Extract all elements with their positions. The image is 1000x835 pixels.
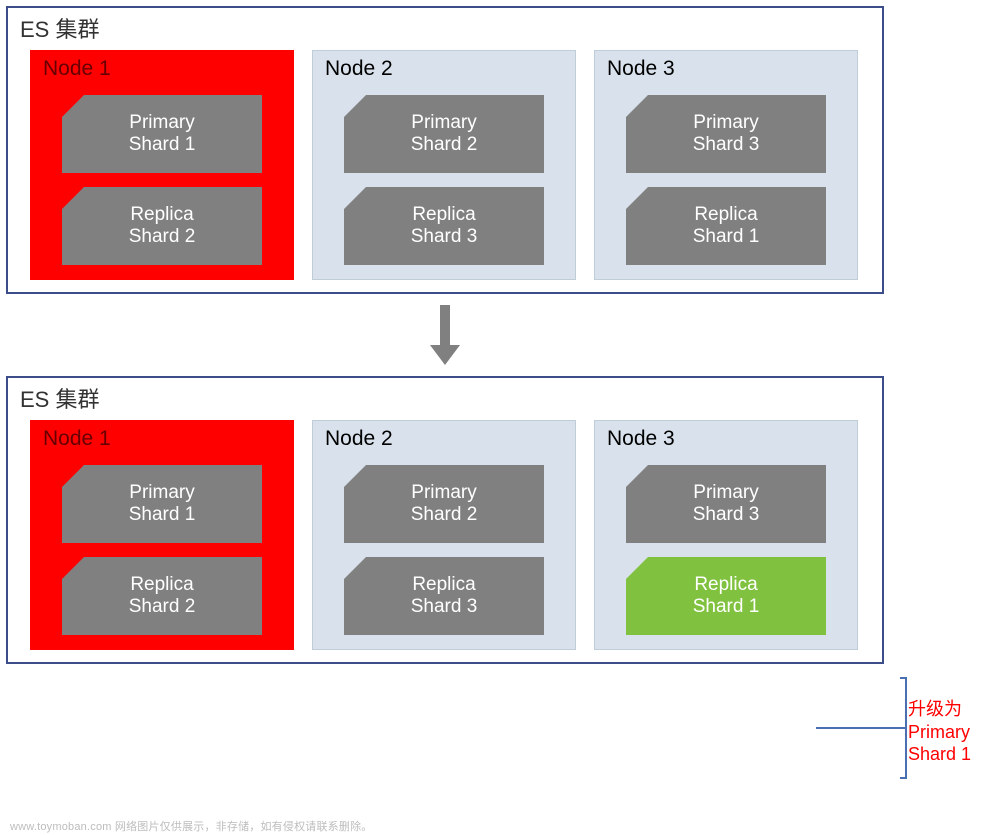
shard-line1: Primary [411,112,476,134]
shard-line2: Shard 3 [411,226,478,248]
node-2: Node 2 Primary Shard 2 Replica Shard 3 [312,50,576,280]
shard-line2: Shard 2 [411,504,478,526]
shard-line2: Shard 2 [129,596,196,618]
node-label: Node 2 [325,57,563,81]
shard-line1: Replica [412,574,475,596]
replica-shard-2: Replica Shard 2 [62,187,262,265]
node-label: Node 1 [43,57,281,81]
cluster-after: ES 集群 Node 1 Primary Shard 1 Replica Sha… [6,376,884,664]
node-label: Node 2 [325,427,563,451]
shard-line2: Shard 1 [129,134,196,156]
shard-line2: Shard 1 [693,596,760,618]
shard-line1: Primary [129,482,194,504]
primary-shard-2: Primary Shard 2 [344,95,544,173]
shard-line2: Shard 2 [129,226,196,248]
shard-line1: Replica [130,204,193,226]
primary-shard-3: Primary Shard 3 [626,95,826,173]
shard-line2: Shard 3 [693,504,760,526]
shard-line2: Shard 3 [693,134,760,156]
cluster-title: ES 集群 [18,382,872,414]
shard-line1: Primary [411,482,476,504]
callout-bracket-icon [816,672,996,792]
arrow-down-icon [428,303,462,367]
shard-line2: Shard 1 [129,504,196,526]
replica-shard-3: Replica Shard 3 [344,557,544,635]
shard-line1: Primary [693,112,758,134]
node-2: Node 2 Primary Shard 2 Replica Shard 3 [312,420,576,650]
shard-line1: Replica [694,574,757,596]
node-label: Node 3 [607,427,845,451]
node-label: Node 3 [607,57,845,81]
watermark-text: www.toymoban.com 网络图片仅供展示，非存储，如有侵权请联系删除。 [10,818,372,834]
callout-text: 升级为 Primary Shard 1 [908,698,971,766]
node-3: Node 3 Primary Shard 3 Replica Shard 1 [594,50,858,280]
replica-shard-1: Replica Shard 1 [626,187,826,265]
shard-line1: Replica [412,204,475,226]
replica-shard-1-promoted: Replica Shard 1 [626,557,826,635]
cluster-title: ES 集群 [18,12,872,44]
primary-shard-3: Primary Shard 3 [626,465,826,543]
replica-shard-3: Replica Shard 3 [344,187,544,265]
primary-shard-2: Primary Shard 2 [344,465,544,543]
cluster-before: ES 集群 Node 1 Primary Shard 1 Replica Sha… [6,6,884,294]
callout-line2: Primary [908,722,970,742]
transition-arrow-gap [6,294,884,376]
node-1: Node 1 Primary Shard 1 Replica Shard 2 [30,50,294,280]
shard-line2: Shard 3 [411,596,478,618]
nodes-row: Node 1 Primary Shard 1 Replica Shard 2 N… [18,420,872,650]
shard-line2: Shard 1 [693,226,760,248]
node-3: Node 3 Primary Shard 3 Replica Shard 1 [594,420,858,650]
shard-line1: Replica [694,204,757,226]
primary-shard-1: Primary Shard 1 [62,465,262,543]
shard-line1: Primary [693,482,758,504]
shard-line1: Replica [130,574,193,596]
node-label: Node 1 [43,427,281,451]
callout-line3: Shard 1 [908,744,971,764]
promotion-callout: 升级为 Primary Shard 1 [816,672,996,792]
shard-line1: Primary [129,112,194,134]
node-1: Node 1 Primary Shard 1 Replica Shard 2 [30,420,294,650]
replica-shard-2: Replica Shard 2 [62,557,262,635]
nodes-row: Node 1 Primary Shard 1 Replica Shard 2 N… [18,50,872,280]
primary-shard-1: Primary Shard 1 [62,95,262,173]
callout-line1: 升级为 [908,699,962,719]
shard-line2: Shard 2 [411,134,478,156]
